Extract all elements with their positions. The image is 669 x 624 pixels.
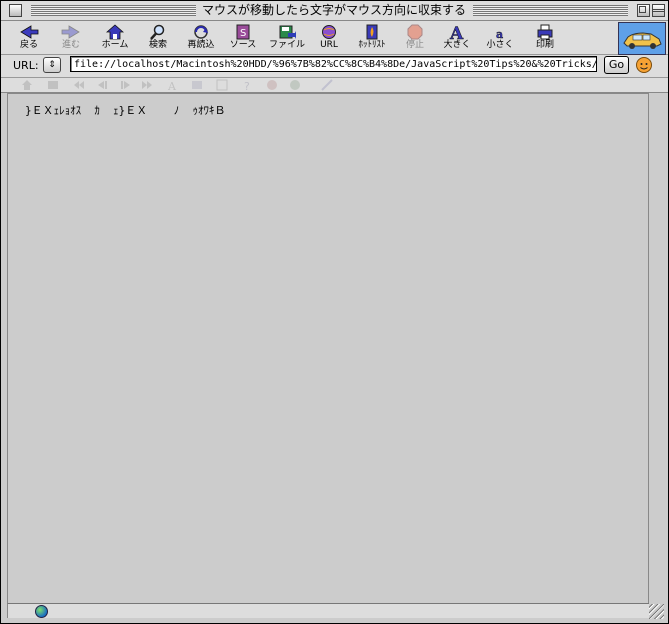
- fav-image-icon[interactable]: [191, 79, 203, 91]
- hotlist-button[interactable]: ﾎｯﾄﾘｽﾄ: [354, 24, 390, 54]
- fav-rewind-icon[interactable]: [73, 79, 85, 91]
- search-button-label: 検索: [148, 40, 167, 50]
- url-history-popup[interactable]: ⇕: [43, 57, 61, 73]
- url-label: URL:: [13, 59, 39, 72]
- file-button-label: ファイル: [268, 40, 305, 50]
- reload-button[interactable]: 再読込: [184, 24, 218, 54]
- svg-text:a: a: [496, 28, 503, 40]
- url-input[interactable]: file://localhost/Macintosh%20HDD/%96%7B%…: [70, 56, 597, 72]
- car-logo-icon: [623, 32, 662, 49]
- home-button-label: ホーム: [101, 40, 129, 50]
- fav-fastforward-icon[interactable]: [141, 79, 153, 91]
- fav-gear-icon[interactable]: [289, 79, 301, 91]
- resize-grip-icon[interactable]: [649, 604, 664, 619]
- file-icon: [279, 25, 296, 39]
- updown-arrows-icon: ⇕: [48, 60, 56, 70]
- font-larger-button-label: 大きく: [443, 40, 471, 50]
- search-button[interactable]: 検索: [144, 24, 172, 54]
- print-button[interactable]: 印刷: [531, 24, 559, 54]
- toolbar: 戻る 進む ホーム 検索 再読込 S ソース ファイル URL ﾎｯﾄﾘｽﾄ 停…: [1, 21, 668, 55]
- smiley-face-icon: [640, 63, 648, 70]
- fav-help-icon[interactable]: ?: [241, 79, 253, 91]
- window-title: マウスが移動したら文字がマウス方向に収束する: [201, 3, 466, 17]
- url-globe-icon: [322, 25, 336, 39]
- back-arrow-icon: [20, 25, 39, 39]
- fav-next-icon[interactable]: [119, 79, 131, 91]
- page-content[interactable]: }ＥＸｪﾚｮｵｽ ｶ ｪ}ＥＸ ﾉ ｩｵﾜｷＢ: [7, 93, 649, 604]
- smiley-icon[interactable]: [636, 57, 652, 73]
- fav-home-icon[interactable]: [21, 79, 33, 91]
- browser-throbber[interactable]: [618, 22, 666, 55]
- forward-button[interactable]: 進む: [57, 24, 85, 54]
- forward-button-label: 進む: [61, 40, 80, 50]
- fav-grid-icon[interactable]: [47, 79, 59, 91]
- source-icon: S: [236, 24, 250, 40]
- globe-icon: [35, 605, 48, 618]
- font-larger-icon: A: [449, 24, 465, 40]
- source-button-label: ソース: [229, 40, 257, 50]
- print-icon: [537, 24, 553, 40]
- fav-window-icon[interactable]: [216, 79, 228, 91]
- font-smaller-button-label: 小さく: [486, 40, 514, 50]
- fav-pen-icon[interactable]: [321, 79, 333, 91]
- favorites-bar: A ?: [1, 78, 668, 93]
- back-button-label: 戻る: [19, 40, 38, 50]
- svg-text:?: ?: [244, 80, 250, 91]
- svg-text:A: A: [167, 80, 177, 91]
- forward-arrow-icon: [61, 25, 80, 39]
- font-smaller-icon: a: [496, 28, 504, 40]
- svg-text:A: A: [449, 24, 464, 40]
- browser-window: マウスが移動したら文字がマウス方向に収束する 戻る 進む ホーム 検索 再読込 …: [0, 0, 669, 624]
- collapse-box[interactable]: [652, 4, 665, 17]
- hotlist-button-label: ﾎｯﾄﾘｽﾄ: [358, 40, 386, 50]
- close-box[interactable]: [9, 4, 22, 17]
- fav-prev-icon[interactable]: [97, 79, 109, 91]
- zoom-box[interactable]: [637, 4, 650, 17]
- back-button[interactable]: 戻る: [15, 24, 43, 54]
- font-larger-button[interactable]: A 大きく: [442, 24, 472, 54]
- home-button[interactable]: ホーム: [97, 24, 133, 54]
- url-button[interactable]: URL: [317, 24, 341, 54]
- fav-info-icon[interactable]: [266, 79, 278, 91]
- svg-text:S: S: [240, 28, 246, 39]
- fav-font-icon[interactable]: A: [166, 79, 178, 91]
- file-button[interactable]: ファイル: [267, 24, 307, 54]
- garbled-page-text: }ＥＸｪﾚｮｵｽ ｶ ｪ}ＥＸ ﾉ ｩｵﾜｷＢ: [25, 104, 226, 117]
- stop-icon: [407, 24, 423, 40]
- title-bar[interactable]: マウスが移動したら文字がマウス方向に収束する: [1, 1, 668, 21]
- status-bar: [7, 603, 649, 618]
- search-icon: [150, 24, 165, 40]
- title-stripes-left: [31, 5, 196, 16]
- reload-icon: [194, 25, 208, 39]
- url-button-label: URL: [320, 40, 338, 50]
- title-stripes-right: [473, 5, 628, 16]
- location-bar: URL: ⇕ file://localhost/Macintosh%20HDD/…: [1, 55, 668, 78]
- home-icon: [106, 24, 124, 40]
- stop-button[interactable]: 停止: [402, 24, 428, 54]
- print-button-label: 印刷: [535, 40, 554, 50]
- go-button[interactable]: Go: [604, 56, 629, 74]
- source-button[interactable]: S ソース: [228, 24, 258, 54]
- reload-button-label: 再読込: [187, 40, 215, 50]
- hotlist-icon: [366, 24, 378, 40]
- font-smaller-button[interactable]: a 小さく: [485, 24, 515, 54]
- vertical-scrollbar[interactable]: [648, 93, 665, 603]
- stop-button-label: 停止: [405, 40, 424, 50]
